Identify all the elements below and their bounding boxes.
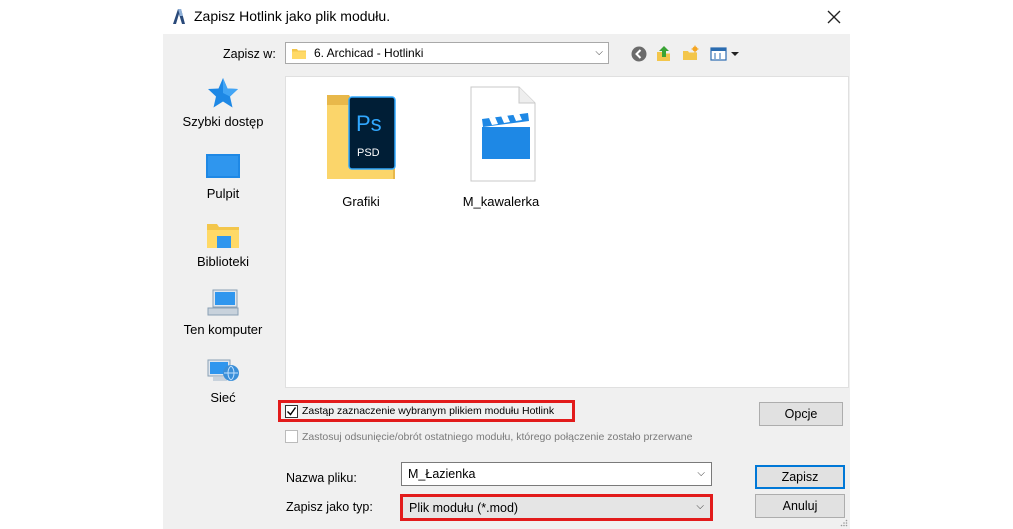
place-label: Sieć <box>210 390 236 405</box>
svg-text:Ps: Ps <box>356 111 382 136</box>
filetype-label: Zapisz jako typ: <box>286 500 373 514</box>
replace-selection-label: Zastąp zaznaczenie wybranym plikiem modu… <box>302 405 555 417</box>
chevron-down-icon: ⌵ <box>696 501 704 512</box>
filetype-value: Plik modułu (*.mod) <box>409 500 519 515</box>
save-in-label: Zapisz w: <box>223 47 276 61</box>
file-list[interactable]: Ps PSD Grafiki M_kawalerka <box>285 76 849 388</box>
new-folder-button[interactable] <box>682 45 700 63</box>
photoshop-folder-icon: Ps PSD <box>327 95 396 179</box>
place-label: Szybki dostęp <box>182 114 264 129</box>
up-folder-icon <box>657 46 670 61</box>
apply-offset-checkbox <box>285 430 298 443</box>
title-bar: Zapisz Hotlink jako plik modułu. <box>163 0 860 34</box>
svg-text:PSD: PSD <box>357 147 380 159</box>
back-button[interactable] <box>630 45 648 63</box>
file-name: Grafiki <box>342 194 380 209</box>
network-icon <box>207 359 239 381</box>
save-hotlink-dialog: Zapisz Hotlink jako plik modułu. Zapisz … <box>163 0 860 529</box>
chevron-down-icon[interactable]: ⌵ <box>697 468 705 479</box>
libraries-icon <box>207 224 239 248</box>
replace-selection-option[interactable]: Zastąp zaznaczenie wybranym plikiem modu… <box>278 400 575 422</box>
back-icon <box>631 46 647 62</box>
place-network[interactable]: Sieć <box>173 356 273 422</box>
place-quick-access[interactable]: Szybki dostęp <box>173 76 273 142</box>
new-folder-icon <box>683 45 699 60</box>
up-folder-button[interactable] <box>655 45 673 63</box>
chevron-down-icon: ⌵ <box>595 47 603 58</box>
checkmark-icon <box>287 406 297 416</box>
options-button[interactable]: Opcje <box>759 402 843 426</box>
filename-value: M_Łazienka <box>408 467 476 481</box>
filetype-dropdown[interactable]: Plik modułu (*.mod) ⌵ <box>400 494 713 521</box>
dialog-body: Zapisz w: 6. Archicad - Hotlinki ⌵ Szybk… <box>163 34 850 529</box>
place-label: Biblioteki <box>196 254 250 269</box>
close-button[interactable] <box>817 3 851 31</box>
apply-offset-option: Zastosuj odsunięcie/obrót ostatniego mod… <box>285 430 692 443</box>
file-name: M_kawalerka <box>462 194 540 209</box>
place-label: Ten komputer <box>183 322 263 337</box>
computer-icon <box>207 289 239 316</box>
filename-label: Nazwa pliku: <box>286 471 357 485</box>
close-icon <box>827 10 841 24</box>
save-in-value: 6. Archicad - Hotlinki <box>314 46 424 60</box>
places-sidebar: Szybki dostęp Pulpit Biblioteki Ten komp… <box>173 76 273 434</box>
view-menu-button[interactable] <box>710 45 744 63</box>
video-file-icon <box>470 86 536 182</box>
apply-offset-label: Zastosuj odsunięcie/obrót ostatniego mod… <box>302 430 693 443</box>
place-desktop[interactable]: Pulpit <box>173 152 273 218</box>
save-in-dropdown[interactable]: 6. Archicad - Hotlinki ⌵ <box>285 42 609 64</box>
replace-selection-checkbox[interactable] <box>285 404 298 418</box>
place-libraries[interactable]: Biblioteki <box>173 220 273 286</box>
file-item-grafiki[interactable]: Ps PSD Grafiki <box>306 83 416 223</box>
save-button[interactable]: Zapisz <box>755 465 845 489</box>
star-icon <box>208 78 238 108</box>
cancel-button[interactable]: Anuluj <box>755 494 845 518</box>
window-title: Zapisz Hotlink jako plik modułu. <box>194 8 391 24</box>
view-menu-icon <box>710 47 739 61</box>
place-this-pc[interactable]: Ten komputer <box>173 288 273 354</box>
filename-input[interactable]: M_Łazienka ⌵ <box>401 462 712 486</box>
resize-grip-icon[interactable] <box>840 519 848 527</box>
folder-icon <box>292 49 306 59</box>
desktop-icon <box>206 154 240 178</box>
file-item-m-kawalerka[interactable]: M_kawalerka <box>446 83 556 223</box>
archicad-app-icon <box>173 9 185 24</box>
place-label: Pulpit <box>206 186 240 201</box>
